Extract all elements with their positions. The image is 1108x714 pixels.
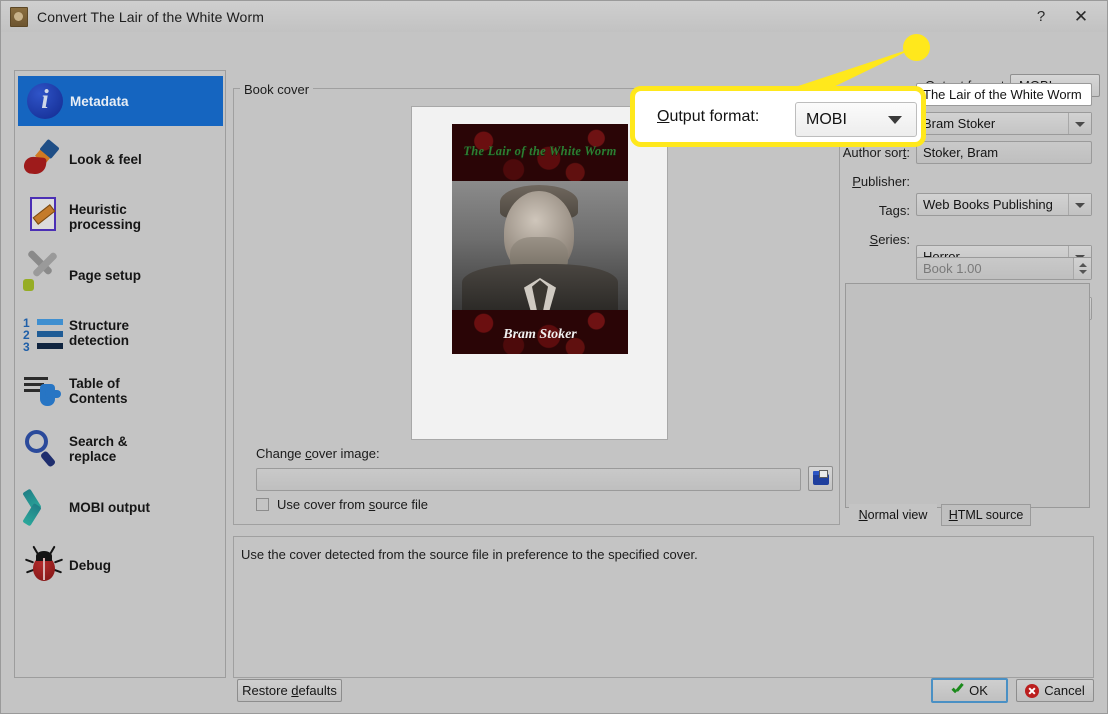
sidebar-item-label: Page setup xyxy=(69,268,141,283)
chevron-left-icon xyxy=(17,481,69,533)
cover-author-text: Bram Stoker xyxy=(452,327,628,343)
chevron-down-icon[interactable] xyxy=(1068,194,1091,215)
authors-select[interactable]: Bram Stoker xyxy=(916,112,1092,135)
paintbrush-icon xyxy=(17,133,69,185)
sidebar-item-mobi-output[interactable]: MOBI output xyxy=(17,481,224,533)
format-row: Input format: EPUB Output format: MOBI xyxy=(0,32,1108,64)
cancel-label: Cancel xyxy=(1044,683,1084,698)
tab-label: HTML source xyxy=(949,508,1024,522)
sidebar-item-label: Metadata xyxy=(70,94,129,109)
cancel-button[interactable]: Cancel xyxy=(1016,679,1094,702)
sidebar-item-structure-detection[interactable]: 1 2 3 Structure detection xyxy=(17,307,224,359)
sidebar-item-search-and-replace[interactable]: Search & replace xyxy=(17,423,224,475)
chevron-down-icon xyxy=(888,116,902,124)
cover-title-band: The Lair of the White Worm xyxy=(452,124,628,181)
callout-output-format: Output format: MOBI xyxy=(630,86,926,147)
check-icon xyxy=(951,684,964,697)
change-cover-image-label: Change cover image: xyxy=(256,446,380,461)
help-text: Use the cover detected from the source f… xyxy=(241,547,698,562)
help-panel: Use the cover detected from the source f… xyxy=(233,536,1094,678)
info-icon xyxy=(18,75,70,127)
book-cover-group-title: Book cover xyxy=(240,82,313,97)
sidebar-item-metadata[interactable]: Metadata xyxy=(18,76,223,126)
comments-editor[interactable] xyxy=(845,283,1090,508)
restore-defaults-label: Restore defaults xyxy=(242,683,337,698)
callout-label: Output format: xyxy=(657,108,759,126)
publisher-select[interactable]: Web Books Publishing xyxy=(916,193,1092,216)
cover-author-band: Bram Stoker xyxy=(452,310,628,354)
callout-output-format-select[interactable]: MOBI xyxy=(795,102,917,137)
sidebar-item-label: Structure detection xyxy=(69,318,129,348)
cover-image: The Lair of the White Worm Bram Stoker xyxy=(452,124,628,354)
checkbox-box[interactable] xyxy=(256,498,269,511)
sidebar-item-heuristic-processing[interactable]: Heuristic processing xyxy=(17,191,224,243)
wrench-screwdriver-icon xyxy=(17,249,69,301)
sidebar-item-label: Table of Contents xyxy=(69,376,128,406)
restore-defaults-button[interactable]: Restore defaults xyxy=(237,679,342,702)
cover-path-input[interactable] xyxy=(256,468,801,491)
sidebar-item-table-of-contents[interactable]: Table of Contents xyxy=(17,365,224,417)
title-bar: Convert The Lair of the White Worm ? ✕ xyxy=(1,1,1107,32)
tab-html-source[interactable]: HTML source xyxy=(941,504,1031,526)
numbered-list-icon: 1 2 3 xyxy=(17,307,69,359)
sidebar-item-label: Debug xyxy=(69,558,111,573)
cover-preview-frame[interactable]: The Lair of the White Worm Bram Stoker xyxy=(411,106,668,440)
sidebar-item-page-setup[interactable]: Page setup xyxy=(17,249,224,301)
use-cover-label: Use cover from source file xyxy=(277,497,428,512)
sidebar-item-debug[interactable]: Debug xyxy=(17,539,224,591)
window-controls: ? ✕ xyxy=(1021,1,1101,32)
chevron-down-icon[interactable] xyxy=(1068,113,1091,134)
author-sort-label: Author sort: xyxy=(770,145,910,160)
book-icon xyxy=(10,7,28,27)
author-sort-input[interactable]: Stoker, Bram xyxy=(916,141,1092,164)
close-circle-icon xyxy=(1025,684,1039,698)
document-bandage-icon xyxy=(17,191,69,243)
callout-dot xyxy=(903,34,930,61)
sidebar-item-label: MOBI output xyxy=(69,500,150,515)
publisher-label: Publisher: xyxy=(770,174,910,189)
sidebar-item-label: Look & feel xyxy=(69,152,142,167)
convert-dialog-window: Convert The Lair of the White Worm ? ✕ I… xyxy=(0,0,1108,714)
toc-hand-icon xyxy=(17,365,69,417)
callout-output-format-value: MOBI xyxy=(796,111,847,129)
ladybug-icon xyxy=(17,539,69,591)
authors-value: Bram Stoker xyxy=(923,116,995,131)
cover-title-text: The Lair of the White Worm xyxy=(452,144,628,159)
settings-sidebar[interactable]: Metadata Look & feel Heuristic processin… xyxy=(14,70,226,678)
ok-label: OK xyxy=(969,683,988,698)
magnifier-icon xyxy=(17,423,69,475)
tab-label: Normal view xyxy=(859,508,928,522)
browse-cover-button[interactable] xyxy=(808,466,833,491)
title-input[interactable]: The Lair of the White Worm xyxy=(916,83,1092,106)
ok-button[interactable]: OK xyxy=(931,678,1008,703)
help-icon[interactable]: ? xyxy=(1021,1,1061,32)
tab-normal-view[interactable]: Normal view xyxy=(849,504,937,526)
use-cover-from-source-checkbox[interactable]: Use cover from source file xyxy=(256,497,428,512)
sidebar-item-label: Heuristic processing xyxy=(69,202,141,232)
series-label: Series: xyxy=(770,232,910,247)
series-index-placeholder: Book 1.00 xyxy=(923,261,982,276)
cover-photo xyxy=(452,181,628,310)
tags-label: Tags: xyxy=(770,203,910,218)
sidebar-item-look-and-feel[interactable]: Look & feel xyxy=(17,133,224,185)
sidebar-item-label: Search & replace xyxy=(69,434,128,464)
series-index-input[interactable]: Book 1.00 xyxy=(916,257,1092,280)
window-title: Convert The Lair of the White Worm xyxy=(37,9,264,25)
spinner-buttons[interactable] xyxy=(1073,258,1091,279)
publisher-value: Web Books Publishing xyxy=(923,197,1053,212)
close-icon[interactable]: ✕ xyxy=(1061,1,1101,32)
